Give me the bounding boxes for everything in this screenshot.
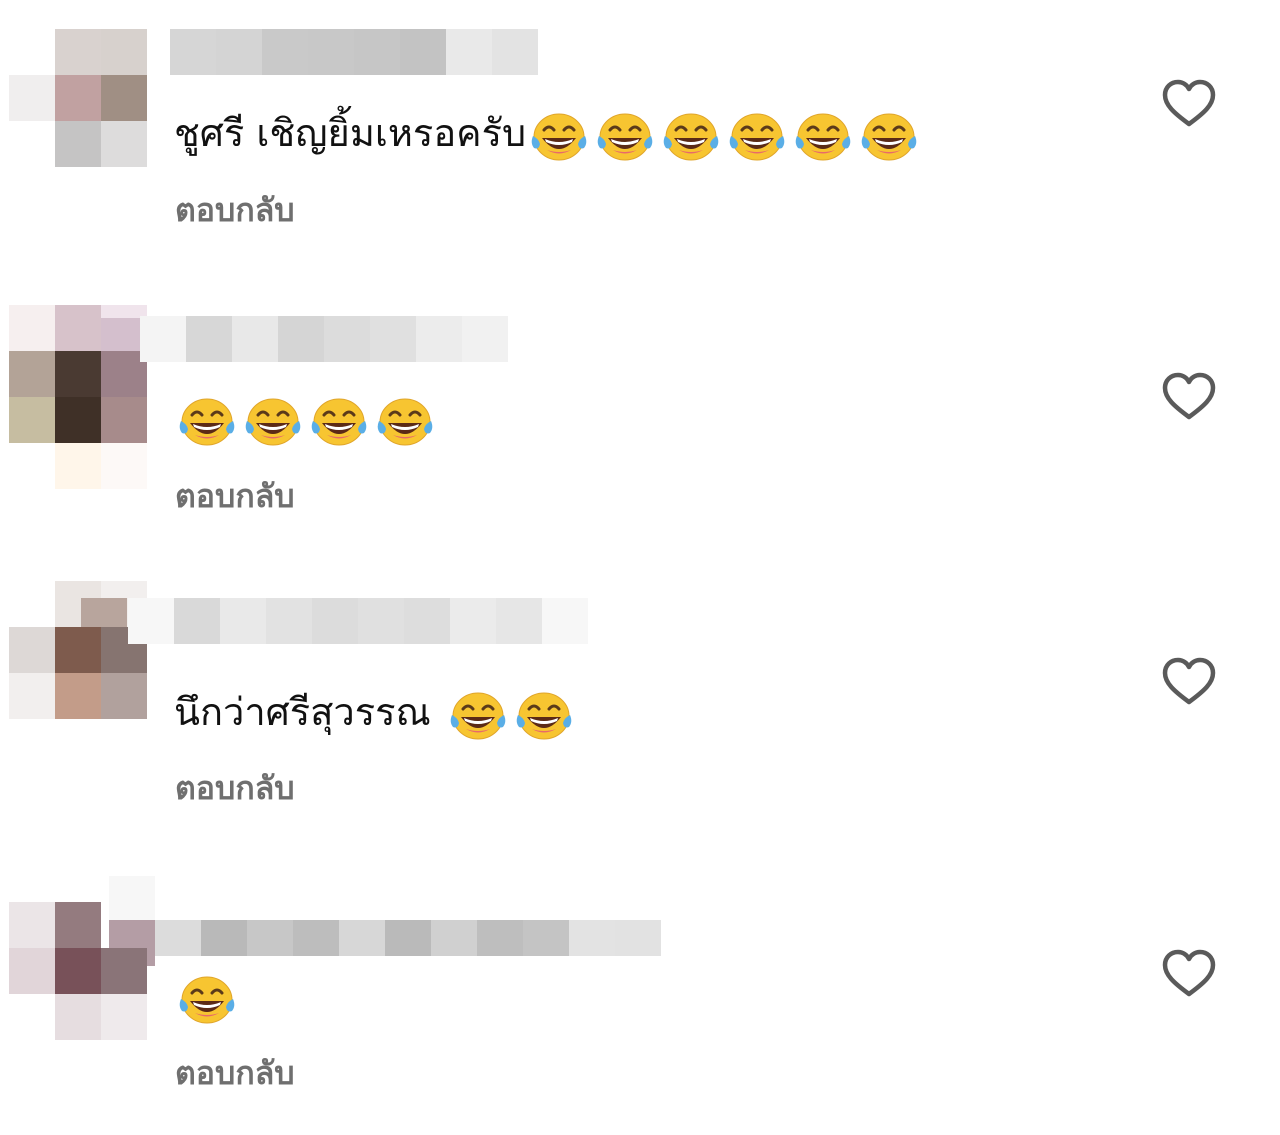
avatar[interactable]	[0, 876, 160, 1046]
emoji-row	[178, 973, 236, 1025]
face-with-tears-of-joy-icon	[178, 973, 236, 1025]
heart-outline-icon[interactable]	[1160, 948, 1218, 1000]
comment-item: ตอบกลับ	[0, 0, 1280, 1135]
reply-button[interactable]: ตอบกลับ	[175, 1053, 295, 1093]
username-redacted[interactable]	[155, 920, 661, 956]
comment-text	[174, 970, 236, 1025]
